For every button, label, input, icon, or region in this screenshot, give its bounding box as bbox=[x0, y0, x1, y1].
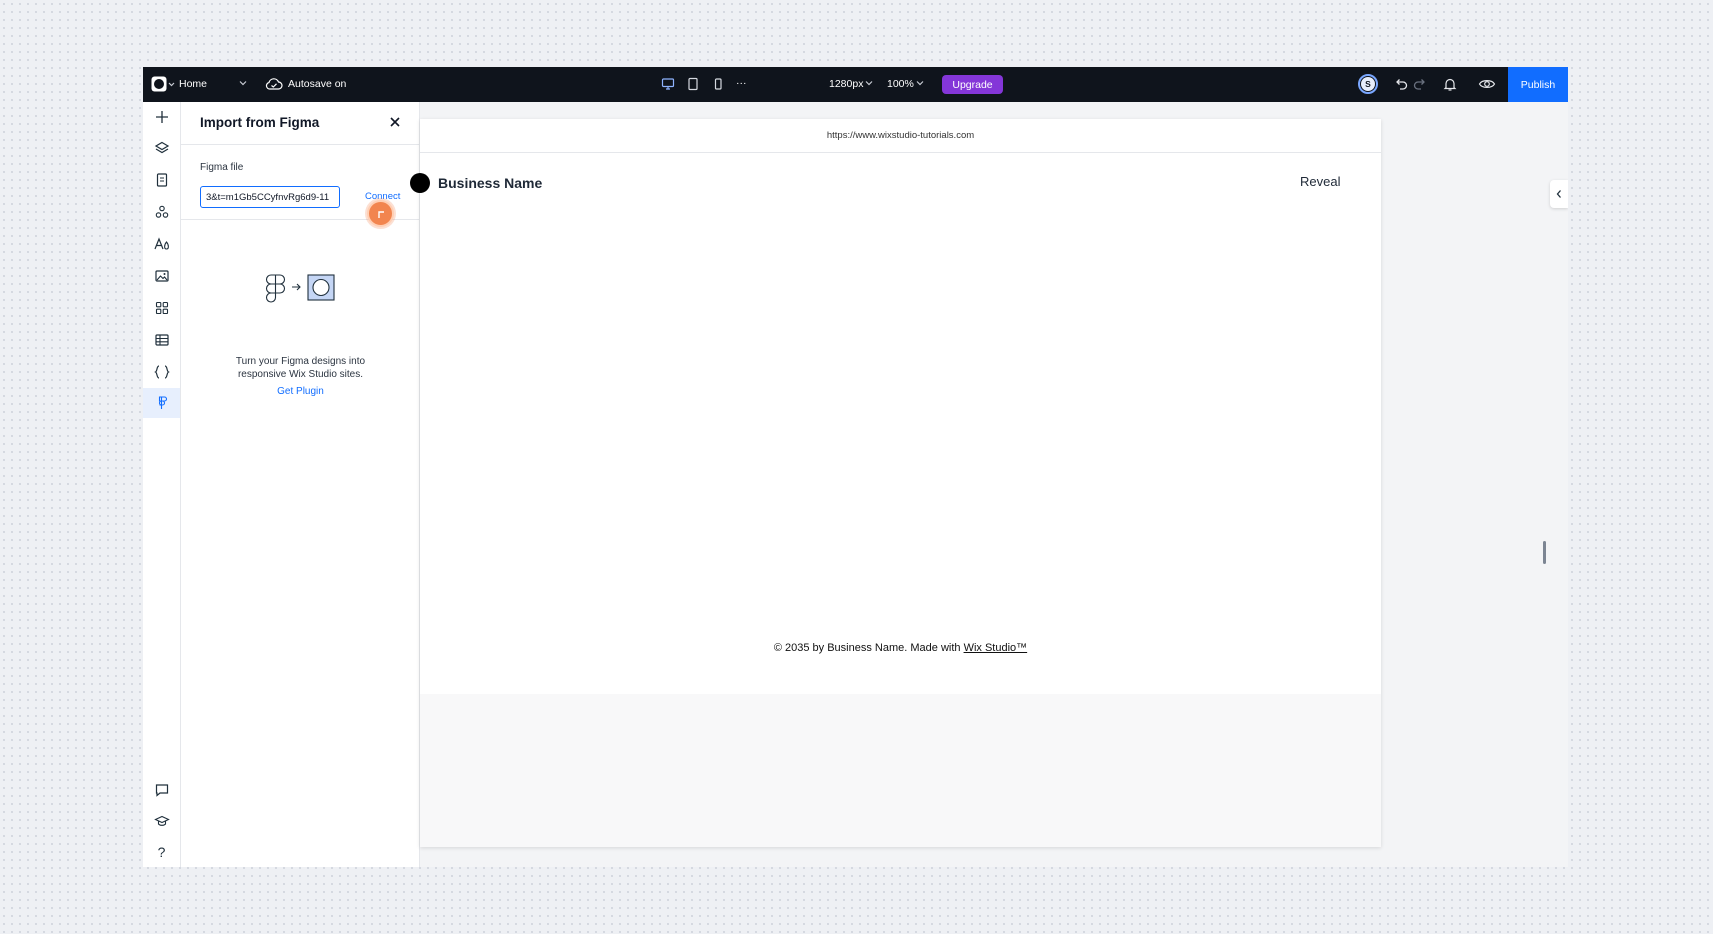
helper-text-line-1: Turn your Figma designs into bbox=[235, 356, 366, 367]
avatar[interactable]: S bbox=[1358, 74, 1378, 94]
site-preview-frame[interactable]: https://www.wixstudio-tutorials.com Busi… bbox=[410, 119, 1381, 847]
editor-window: Home Autosave on ··· 1280px 100% Upgrade… bbox=[143, 67, 1568, 867]
desktop-view-button[interactable] bbox=[661, 77, 675, 91]
rail-item-figma[interactable] bbox=[143, 388, 180, 418]
rail-item-text-themes[interactable] bbox=[143, 229, 180, 259]
top-bar: Home Autosave on ··· 1280px 100% Upgrade… bbox=[143, 67, 1568, 102]
figma-file-label: Figma file bbox=[200, 162, 244, 173]
figma-to-wix-illustration bbox=[265, 272, 337, 308]
notifications-button[interactable] bbox=[1442, 76, 1458, 92]
site-reveal-link[interactable]: Reveal bbox=[1300, 174, 1340, 189]
rail-item-code[interactable] bbox=[143, 357, 180, 387]
get-plugin-link[interactable]: Get Plugin bbox=[181, 386, 420, 397]
zoom-chevron-icon[interactable] bbox=[916, 80, 924, 86]
close-icon bbox=[390, 117, 400, 127]
pointer-cursor-indicator bbox=[367, 200, 394, 227]
site-business-name[interactable]: Business Name bbox=[438, 175, 542, 191]
more-breakpoints-button[interactable]: ··· bbox=[736, 77, 747, 89]
inspector-toggle-button[interactable] bbox=[1550, 180, 1568, 208]
site-footer-text[interactable]: © 2035 by Business Name. Made with Wix S… bbox=[420, 642, 1381, 654]
cloud-check-icon bbox=[265, 76, 283, 92]
rail-item-layers[interactable] bbox=[143, 133, 180, 163]
components-icon bbox=[155, 205, 168, 218]
canvas-resize-handle[interactable] bbox=[1543, 541, 1546, 564]
comment-icon bbox=[155, 784, 168, 797]
rail-item-comments[interactable] bbox=[143, 775, 180, 805]
graduation-cap-icon bbox=[153, 815, 170, 826]
left-tool-rail: ? bbox=[143, 102, 181, 867]
eye-icon bbox=[1478, 80, 1496, 88]
preview-button[interactable] bbox=[1478, 76, 1496, 92]
footer-wix-studio-link[interactable]: Wix Studio™ bbox=[964, 642, 1028, 654]
rail-item-pages[interactable] bbox=[143, 165, 180, 195]
zoom-selector[interactable]: 100% bbox=[887, 78, 914, 90]
figma-file-input[interactable] bbox=[200, 186, 340, 208]
publish-button[interactable]: Publish bbox=[1508, 67, 1568, 102]
rail-item-add[interactable] bbox=[143, 102, 180, 132]
figma-logo-icon bbox=[265, 274, 286, 303]
studio-logo-menu[interactable] bbox=[151, 76, 175, 93]
mobile-icon bbox=[714, 78, 722, 90]
question-mark-icon: ? bbox=[157, 844, 166, 860]
close-panel-button[interactable] bbox=[389, 116, 401, 128]
tablet-view-button[interactable] bbox=[686, 77, 700, 91]
rail-item-academy[interactable] bbox=[143, 806, 180, 836]
redo-icon bbox=[1413, 79, 1425, 90]
panel-title: Import from Figma bbox=[200, 115, 320, 130]
helper-text: Turn your Figma designs into responsive … bbox=[181, 355, 420, 381]
page-selector-label[interactable]: Home bbox=[179, 78, 207, 90]
redo-button[interactable] bbox=[1412, 76, 1428, 92]
site-lower-section[interactable] bbox=[420, 694, 1381, 847]
plus-icon bbox=[155, 111, 168, 123]
avatar-initial: S bbox=[1361, 77, 1375, 91]
undo-icon bbox=[1396, 79, 1408, 90]
apps-grid-icon bbox=[155, 301, 168, 315]
desktop-icon bbox=[661, 78, 675, 90]
site-url-bar: https://www.wixstudio-tutorials.com bbox=[420, 119, 1381, 153]
cursor-icon bbox=[377, 210, 384, 218]
canvas-width-selector[interactable]: 1280px bbox=[829, 78, 863, 90]
site-logo[interactable] bbox=[410, 173, 430, 193]
code-braces-icon bbox=[153, 365, 170, 379]
editor-canvas[interactable]: https://www.wixstudio-tutorials.com Busi… bbox=[410, 102, 1568, 867]
upgrade-button[interactable]: Upgrade bbox=[942, 75, 1003, 94]
mobile-view-button[interactable] bbox=[711, 77, 725, 91]
rail-item-components[interactable] bbox=[143, 197, 180, 227]
import-figma-panel: Import from Figma Figma file Connect bbox=[181, 102, 420, 867]
undo-button[interactable] bbox=[1393, 76, 1409, 92]
rail-item-media[interactable] bbox=[143, 261, 180, 291]
figma-icon bbox=[158, 396, 167, 409]
footer-copyright: © 2035 by Business Name. Made with bbox=[773, 642, 964, 654]
panel-header-divider bbox=[181, 144, 419, 145]
layers-icon bbox=[154, 141, 169, 154]
autosave-status: Autosave on bbox=[288, 78, 347, 90]
text-theme-icon bbox=[153, 237, 169, 250]
tablet-icon bbox=[688, 77, 698, 91]
wix-site-icon bbox=[307, 274, 335, 301]
rail-item-help[interactable]: ? bbox=[143, 837, 180, 867]
rail-item-cms[interactable] bbox=[143, 325, 180, 355]
chevron-left-icon bbox=[1556, 190, 1561, 198]
bell-icon bbox=[1443, 78, 1457, 91]
page-icon bbox=[156, 173, 167, 187]
table-icon bbox=[154, 334, 169, 346]
page-selector-chevron-icon[interactable] bbox=[239, 80, 247, 86]
image-icon bbox=[154, 270, 169, 282]
studio-logo-icon bbox=[151, 76, 175, 92]
helper-text-line-2: responsive Wix Studio sites. bbox=[237, 369, 364, 380]
width-chevron-icon[interactable] bbox=[865, 80, 873, 86]
rail-item-apps[interactable] bbox=[143, 293, 180, 323]
